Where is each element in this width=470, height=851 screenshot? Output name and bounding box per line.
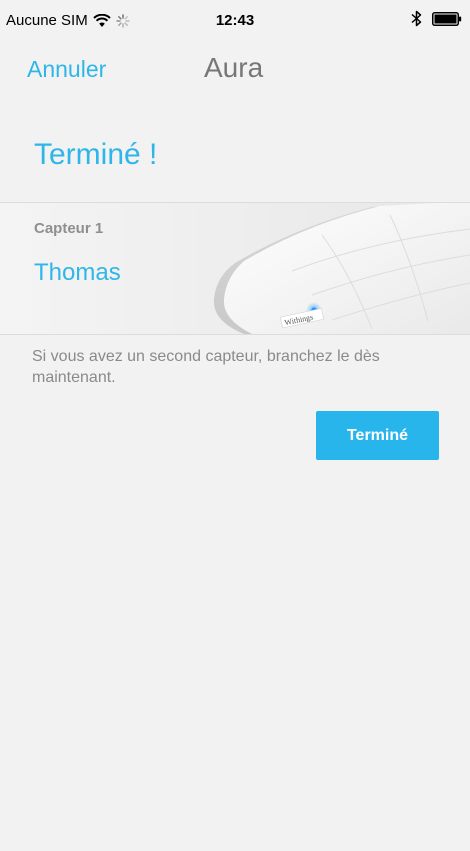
bluetooth-icon [411,10,422,27]
status-bar: Aucune SIM 12:43 [0,0,470,40]
info-text: Si vous avez un second capteur, branchez… [32,348,380,386]
done-button[interactable]: Terminé [316,411,439,460]
status-time: 12:43 [215,12,255,29]
status-right-group [411,10,462,27]
sensor-card: Withings Capteur 1 Thomas [0,202,470,335]
page-title: Terminé ! [34,138,158,171]
sensor-label: Capteur 1 [34,220,104,237]
nav-title: Aura [204,52,264,83]
sensor-name[interactable]: Thomas [34,259,121,287]
cancel-button[interactable]: Annuler [27,56,106,83]
battery-icon [432,11,462,26]
